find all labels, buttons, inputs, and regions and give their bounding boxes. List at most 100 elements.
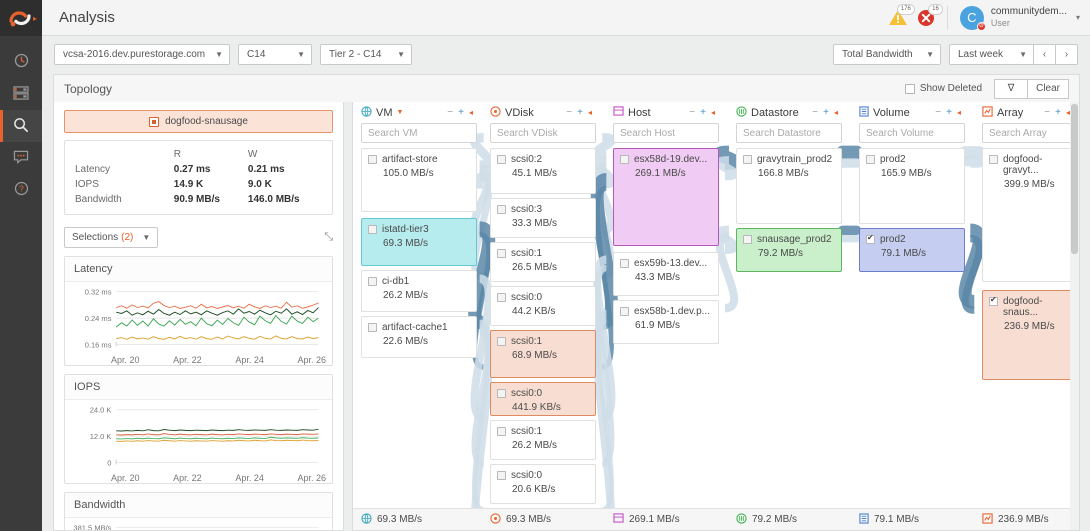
topology-node[interactable]: artifact-cache1 22.6 MB/s — [361, 316, 477, 358]
expand-column-button[interactable]: + — [577, 107, 583, 118]
expand-icon[interactable]: ⤡ — [324, 231, 333, 244]
column-sort-icon[interactable]: ◂ — [834, 108, 838, 117]
topology-node[interactable]: scsi0:1 26.5 MB/s — [490, 242, 596, 282]
error-alert-button[interactable]: 16 — [915, 3, 943, 29]
topology-node[interactable]: dogfood-gravyt... 399.9 MB/s — [982, 148, 1074, 282]
expand-column-button[interactable]: + — [458, 107, 464, 118]
topology-node[interactable]: gravytrain_prod2 166.8 MB/s — [736, 148, 842, 224]
node-checkbox[interactable] — [497, 471, 506, 480]
cluster-select[interactable]: C14 ▼ — [238, 43, 313, 65]
column-sort-icon[interactable]: ◂ — [469, 108, 473, 117]
topology-node[interactable]: ci-db1 26.2 MB/s — [361, 270, 477, 312]
tier-select[interactable]: Tier 2 - C14 ▼ — [320, 43, 413, 65]
warning-alert-button[interactable]: 176 — [887, 3, 915, 29]
topology-node[interactable]: prod2 79.1 MB/s — [859, 228, 965, 272]
node-checkbox[interactable] — [368, 155, 377, 164]
topology-node[interactable]: snausage_prod2 79.2 MB/s — [736, 228, 842, 272]
sidebar-item-analysis[interactable] — [0, 110, 42, 142]
node-checkbox[interactable] — [497, 155, 506, 164]
topology-node[interactable]: scsi0:2 45.1 MB/s — [490, 148, 596, 194]
expand-column-button[interactable]: + — [946, 107, 952, 118]
svg-text:0: 0 — [107, 458, 111, 467]
range-select[interactable]: Last week ▼ — [949, 43, 1034, 65]
collapse-column-button[interactable]: − — [447, 107, 453, 118]
svg-text:12.0 K: 12.0 K — [90, 432, 112, 441]
collapse-column-button[interactable]: − — [935, 107, 941, 118]
topology-node[interactable]: istatd-tier3 69.3 MB/s — [361, 218, 477, 266]
collapse-column-button[interactable]: − — [689, 107, 695, 118]
topology-node[interactable]: prod2 165.9 MB/s — [859, 148, 965, 224]
node-checkbox[interactable] — [866, 233, 875, 244]
prev-period-button[interactable]: ‹ — [1034, 43, 1056, 65]
collapse-column-button[interactable]: − — [812, 107, 818, 118]
search-input-volume[interactable]: Search Volume — [859, 123, 965, 143]
search-input-array[interactable]: Search Array — [982, 123, 1074, 143]
node-checkbox[interactable] — [368, 277, 377, 286]
node-checkbox[interactable] — [743, 155, 752, 164]
node-checkbox[interactable] — [989, 295, 998, 306]
server-select[interactable]: vcsa-2016.dev.purestorage.com ▼ — [54, 43, 231, 65]
node-label-row: scsi0:0 — [497, 388, 589, 399]
expand-column-button[interactable]: + — [1055, 107, 1061, 118]
collapse-column-button[interactable]: − — [566, 107, 572, 118]
search-input-datastore[interactable]: Search Datastore — [736, 123, 842, 143]
sidebar-item-messages[interactable] — [0, 142, 42, 174]
metric-select[interactable]: Total Bandwidth ▼ — [833, 43, 941, 65]
topology-node[interactable]: esx58d-19.dev... 269.1 MB/s — [613, 148, 719, 246]
column-dropdown-icon[interactable]: ▼ — [397, 109, 404, 116]
column-sort-icon[interactable]: ◂ — [711, 108, 715, 117]
node-name: snausage_prod2 — [757, 234, 832, 245]
node-checkbox[interactable] — [989, 155, 998, 164]
topology-node[interactable]: scsi0:1 26.2 MB/s — [490, 420, 596, 460]
node-checkbox[interactable] — [497, 205, 506, 214]
filter-button[interactable]: ∇ — [994, 78, 1029, 99]
topology-node[interactable]: esx58b-1.dev.p... 61.9 MB/s — [613, 300, 719, 344]
node-checkbox[interactable] — [368, 323, 377, 332]
chevron-down-icon: ▼ — [142, 233, 151, 242]
topology-node[interactable]: scsi0:0 441.9 KB/s — [490, 382, 596, 416]
node-checkbox[interactable] — [743, 235, 752, 244]
topology-node[interactable]: scsi0:3 33.3 MB/s — [490, 198, 596, 238]
node-checkbox[interactable] — [497, 249, 506, 258]
sidebar-item-servers[interactable] — [0, 78, 42, 110]
column-title: Host — [628, 106, 651, 119]
collapse-column-button[interactable]: − — [1044, 107, 1050, 118]
node-checkbox[interactable] — [620, 307, 629, 316]
selections-dropdown[interactable]: Selections (2) ▼ — [64, 227, 159, 248]
topology-node[interactable]: scsi0:1 68.9 MB/s — [490, 330, 596, 378]
next-period-button[interactable]: › — [1056, 43, 1078, 65]
node-checkbox[interactable] — [497, 389, 506, 398]
node-checkbox[interactable] — [620, 259, 629, 268]
search-input-vdisk[interactable]: Search VDisk — [490, 123, 596, 143]
topology-node[interactable]: scsi0:0 44.2 KB/s — [490, 286, 596, 326]
sidebar-item-dashboard[interactable] — [0, 46, 42, 78]
node-checkbox[interactable] — [497, 293, 506, 302]
node-checkbox[interactable] — [620, 155, 629, 164]
user-menu[interactable]: C ⊘ communitydem... User ▾ — [948, 5, 1090, 31]
topology-node[interactable]: dogfood-snaus... 236.9 MB/s — [982, 290, 1074, 380]
expand-column-button[interactable]: + — [700, 107, 706, 118]
column-sort-icon[interactable]: ◂ — [588, 108, 592, 117]
node-checkbox[interactable] — [497, 427, 506, 436]
filter-bar: vcsa-2016.dev.purestorage.com ▼ C14 ▼ Ti… — [42, 36, 1090, 72]
topology-node[interactable]: artifact-store 105.0 MB/s — [361, 148, 477, 212]
column-sort-icon[interactable]: ◂ — [957, 108, 961, 117]
topology-scrollbar[interactable] — [1070, 102, 1079, 530]
node-label-row: artifact-store — [368, 154, 470, 165]
sidebar-item-help[interactable]: ? — [0, 174, 42, 206]
search-input-host[interactable]: Search Host — [613, 123, 719, 143]
topology-node[interactable]: esx59b-13.dev... 43.3 MB/s — [613, 252, 719, 296]
x-tick-label: Apr. 22 — [173, 355, 202, 365]
node-checkbox[interactable] — [866, 155, 875, 164]
search-input-vm[interactable]: Search VM — [361, 123, 477, 143]
app-logo[interactable]: ▸ — [0, 0, 42, 36]
node-bandwidth: 79.2 MB/s — [758, 248, 804, 259]
footer-total-value: 79.2 MB/s — [752, 514, 798, 525]
clear-button[interactable]: Clear — [1028, 78, 1069, 99]
selected-node-banner[interactable]: dogfood-snausage — [64, 110, 333, 133]
show-deleted-checkbox[interactable]: Show Deleted — [904, 83, 982, 94]
node-checkbox[interactable] — [368, 225, 377, 234]
expand-column-button[interactable]: + — [823, 107, 829, 118]
topology-node[interactable]: scsi0:0 20.6 KB/s — [490, 464, 596, 504]
node-checkbox[interactable] — [497, 337, 506, 346]
